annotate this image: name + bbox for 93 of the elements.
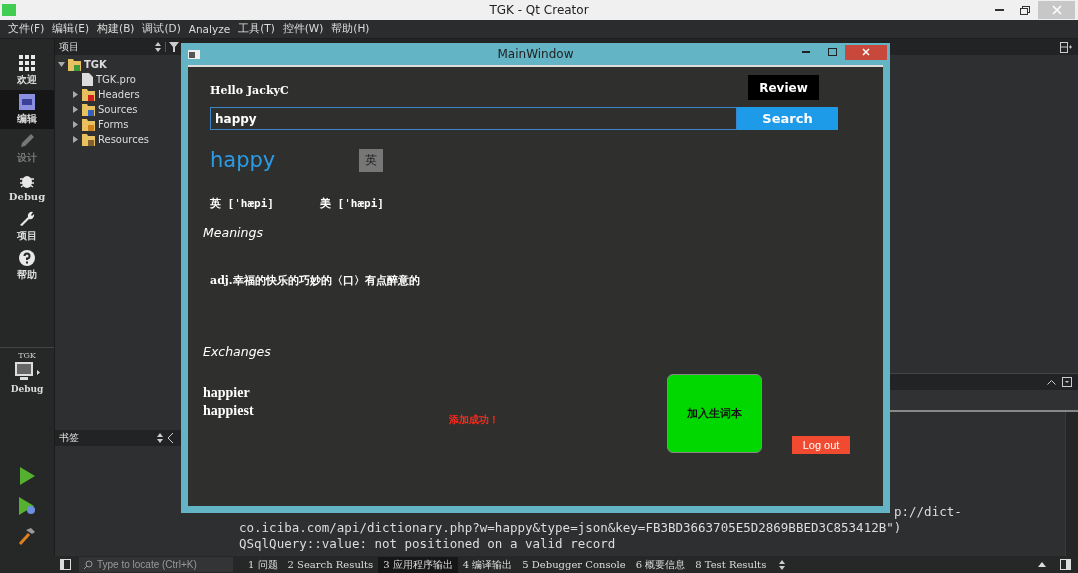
menu-item[interactable]: 调试(D) [138,22,185,36]
add-to-wordbook-button[interactable]: 加入生词本 [667,374,762,453]
app-logo-icon [2,4,16,16]
tree-item[interactable]: Sources [55,102,181,117]
output-tab[interactable]: 4 编译输出 [457,556,518,573]
tree-item[interactable]: Headers [55,87,181,102]
app-window-title: MainWindow [497,47,574,61]
language-button[interactable]: 英 [359,148,383,172]
folder-icon [82,118,95,131]
minimize-pane-icon [1062,377,1072,387]
document-icon [19,93,35,110]
chevron-up-icon [1038,562,1046,567]
exchange-word: happiest [203,402,254,420]
output-tab[interactable]: 1 问题 [243,556,283,573]
mode-button[interactable]: 欢迎 [0,51,54,90]
pane-title: 项目 [59,40,80,54]
pane-title: 书签 [59,431,80,445]
tree-item[interactable]: TGK.pro [55,72,181,87]
sort-arrows-icon [157,433,163,443]
expanded-caret-icon [58,61,65,68]
output-tab[interactable]: 5 Debugger Console [517,558,631,571]
folder-icon [82,88,95,101]
menu-item[interactable]: 文件(F) [4,22,49,36]
tree-item[interactable]: Forms [55,117,181,132]
folder-icon [68,58,81,71]
search-icon [83,559,93,570]
search-field[interactable]: happy [210,107,737,130]
collapsed-caret-icon [72,91,79,98]
output-tab[interactable]: 2 Search Results [282,558,379,571]
close-icon [1051,5,1062,15]
tree-item[interactable]: Resources [55,132,181,147]
restore-icon [1020,5,1030,15]
hammer-icon [18,527,36,545]
chevron-up-icon [1047,379,1056,385]
play-bug-icon [18,497,36,515]
mode-button[interactable]: 帮助 [0,246,54,285]
meaning-text: adj.幸福的快乐的巧妙的〈口〉有点醉意的 [210,273,420,288]
scrollbar[interactable] [1065,412,1078,556]
bug-icon [19,173,35,189]
help-icon [19,249,35,266]
minimize-icon [802,51,810,53]
menu-item[interactable]: 帮助(H) [327,22,374,36]
phonetic-text: 英 [ˈhæpi] [210,196,275,211]
close-icon [862,48,870,56]
maximize-icon [827,48,837,56]
mode-button[interactable]: 项目 [0,207,54,246]
output-line: co.iciba.com/api/dictionary.php?w=happy&type=json&key=FB3BD3663705E5D2869BBED3C853412B") [239,520,903,536]
split-icon [1060,41,1072,53]
review-button[interactable]: Review [748,75,819,100]
word-heading: happy [210,148,277,172]
locator-field[interactable]: Type to locate (Ctrl+K) [79,557,233,572]
wrench-icon [19,210,35,227]
sidebar-toggle-icon [60,559,71,570]
menu-item[interactable]: 控件(W) [278,22,328,36]
folder-icon [82,103,95,116]
filter-icon [165,42,179,52]
logout-button[interactable]: Log out [792,436,850,454]
success-message: 添加成功！ [448,414,499,427]
chevron-left-icon [167,433,175,443]
output-tab[interactable]: 3 应用程序输出 [378,556,458,573]
output-line: QSqlQuery::value: not positioned on a valid record [239,536,617,552]
window-title: TGK - Qt Creator [489,3,589,17]
mode-button[interactable]: Debug [0,168,54,207]
grid-icon [19,54,35,71]
panel-toggle-icon [1060,559,1071,570]
play-icon [19,467,35,485]
window-icon [188,50,200,59]
menu-item[interactable]: 工具(T) [234,22,279,36]
output-tab[interactable]: 8 Test Results [690,558,772,571]
meanings-heading: Meanings [203,225,263,240]
tree-item[interactable]: TGK [55,57,181,72]
folder-icon [82,133,95,146]
kit-project-label: TGK [18,351,36,360]
collapsed-caret-icon [72,121,79,128]
output-tab[interactable]: 6 概要信息 [630,556,691,573]
exchanges-heading: Exchanges [203,344,271,359]
greeting-text: Hello JackyC [210,84,289,97]
minimize-icon [994,9,1004,11]
sort-arrows-icon [779,559,786,570]
sort-arrows-icon [155,42,161,52]
phonetic-text: 美 [ˈhæpi] [320,196,385,211]
pencil-icon [19,132,35,149]
mode-button[interactable]: 编辑 [0,90,54,129]
exchange-word: happier [203,384,251,402]
collapsed-caret-icon [72,106,79,113]
kit-config-label: Debug [10,384,44,394]
collapsed-caret-icon [72,136,79,143]
menu-item[interactable]: 编辑(E) [48,22,94,36]
output-line: p://dict- [893,504,963,520]
monitor-icon[interactable] [13,362,41,382]
menu-item[interactable]: 构建(B) [93,22,139,36]
file-icon [82,73,93,86]
menu-item[interactable]: Analyze [184,23,235,35]
